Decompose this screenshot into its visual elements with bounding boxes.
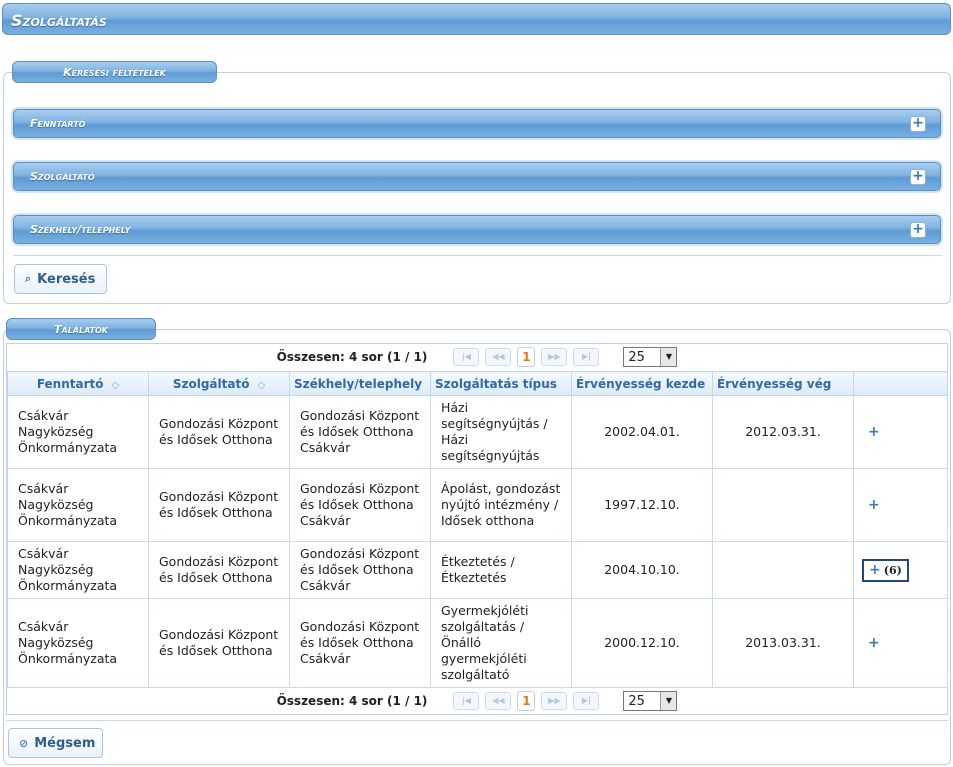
- cell-action: +: [853, 395, 948, 469]
- table-row[interactable]: Csákvár Nagyközség Önkormányzata Gondozá…: [7, 541, 948, 599]
- cell-kezdet: 2004.10.10.: [571, 541, 713, 599]
- results-table-wrap: Összesen: 4 sor (1 / 1) |◀ ◀◀ 1 ▶▶ ▶| 25…: [6, 343, 948, 715]
- cell-veg: 2012.03.31.: [712, 395, 854, 469]
- search-criteria-legend: Keresési feltételek: [12, 61, 217, 83]
- cell-szekhely: Gondozási Központ és Idősek Otthona Csák…: [289, 395, 431, 469]
- section-szolgaltato[interactable]: Szolgáltató +: [13, 162, 941, 191]
- last-page-button[interactable]: ▶|: [573, 692, 600, 710]
- column-header-szekhely[interactable]: Székhely/telephely: [289, 371, 431, 396]
- cell-kezdet: 2002.04.01.: [571, 395, 713, 469]
- page-size-select[interactable]: 25 ▼: [623, 347, 678, 367]
- cell-kezdet: 1997.12.10.: [571, 468, 713, 542]
- current-page[interactable]: 1: [517, 347, 536, 367]
- cell-szolgaltato: Gondozási Központ és Idősek Otthona: [148, 468, 290, 542]
- cell-szekhely: Gondozási Központ és Idősek Otthona Csák…: [289, 468, 431, 542]
- search-button[interactable]: ⌕ Keresés: [14, 264, 107, 294]
- pager-total: Összesen: 4 sor (1 / 1): [276, 694, 428, 708]
- pager-bottom: Összesen: 4 sor (1 / 1) |◀ ◀◀ 1 ▶▶ ▶| 25…: [7, 688, 947, 714]
- magnifier-icon: ⌕: [25, 272, 32, 285]
- sort-arrows-icon: ◇: [111, 379, 120, 391]
- table-header-row: Fenntartó ◇ Szolgáltató ◇ Székhely/telephe…: [7, 371, 948, 396]
- column-header-szolgaltato[interactable]: Szolgáltató ◇: [148, 371, 290, 396]
- cell-fenntarto: Csákvár Nagyközség Önkormányzata: [7, 395, 149, 469]
- cell-fenntarto: Csákvár Nagyközség Önkormányzata: [7, 468, 149, 542]
- cell-fenntarto: Csákvár Nagyközség Önkormányzata: [7, 598, 149, 688]
- pager-total: Összesen: 4 sor (1 / 1): [276, 350, 428, 364]
- next-page-button[interactable]: ▶▶: [541, 348, 568, 366]
- search-button-label: Keresés: [37, 271, 96, 287]
- table-row[interactable]: Csákvár Nagyközség Önkormányzata Gondozá…: [7, 468, 948, 542]
- section-szekhely[interactable]: Székhely/telephely +: [13, 215, 941, 244]
- column-header-tipus[interactable]: Szolgáltatás típus: [430, 371, 572, 396]
- cancel-icon: ⊘: [19, 736, 29, 750]
- cell-kezdet: 2000.12.10.: [571, 598, 713, 688]
- expand-plus-icon[interactable]: +: [910, 116, 926, 132]
- cell-action: + (6): [853, 541, 948, 599]
- section-fenntarto-label: Fenntartó: [30, 117, 86, 130]
- chevron-down-icon: ▼: [660, 348, 677, 366]
- page-size-select[interactable]: 25 ▼: [623, 691, 678, 711]
- column-header-kezdet[interactable]: Érvényesség kezde: [571, 371, 713, 396]
- cancel-button[interactable]: ⊘ Mégsem: [8, 728, 103, 758]
- plus-icon[interactable]: +: [868, 497, 880, 513]
- first-page-button[interactable]: |◀: [453, 692, 480, 710]
- expand-plus-icon[interactable]: +: [910, 169, 926, 185]
- column-header-actions: [853, 371, 948, 396]
- cell-action: +: [853, 598, 948, 688]
- divider: [6, 720, 948, 721]
- first-page-button[interactable]: |◀: [453, 348, 480, 366]
- cell-szekhely: Gondozási Központ és Idősek Otthona Csák…: [289, 541, 431, 599]
- results-table: Fenntartó ◇ Szolgáltató ◇ Székhely/telephe…: [7, 371, 948, 688]
- chevron-down-icon: ▼: [660, 692, 677, 710]
- cell-szolgaltato: Gondozási Központ és Idősek Otthona: [148, 395, 290, 469]
- table-row[interactable]: Csákvár Nagyközség Önkormányzata Gondozá…: [7, 598, 948, 688]
- next-page-button[interactable]: ▶▶: [541, 692, 568, 710]
- results-legend: Találatok: [6, 318, 156, 340]
- column-header-veg[interactable]: Érvényesség vég: [712, 371, 854, 396]
- sort-arrows-icon: ◇: [257, 379, 266, 391]
- section-fenntarto[interactable]: Fenntartó +: [13, 109, 941, 138]
- cancel-button-label: Mégsem: [34, 735, 96, 751]
- cell-szekhely: Gondozási Központ és Idősek Otthona Csák…: [289, 598, 431, 688]
- cell-tipus: Ápolást, gondozást nyújtó intézmény / Id…: [430, 468, 572, 542]
- cell-tipus: Házi segítségnyújtás / Házi segítségnyúj…: [430, 395, 572, 469]
- section-szolgaltato-label: Szolgáltató: [30, 170, 95, 183]
- cell-szolgaltato: Gondozási Központ és Idősek Otthona: [148, 541, 290, 599]
- plus-icon[interactable]: +: [868, 424, 880, 440]
- cell-action: +: [853, 468, 948, 542]
- cell-veg: [712, 468, 854, 542]
- page-title: Szolgáltatás: [2, 3, 951, 35]
- cell-tipus: Gyermekjóléti szolgáltatás / Önálló gyer…: [430, 598, 572, 688]
- column-header-fenntarto[interactable]: Fenntartó ◇: [7, 371, 149, 396]
- cell-szolgaltato: Gondozási Központ és Idősek Otthona: [148, 598, 290, 688]
- cell-veg: 2013.03.31.: [712, 598, 854, 688]
- section-szekhely-label: Székhely/telephely: [30, 223, 131, 236]
- prev-page-button[interactable]: ◀◀: [485, 348, 512, 366]
- cell-tipus: Étkeztetés / Étkeztetés: [430, 541, 572, 599]
- plus-icon[interactable]: +: [868, 635, 880, 651]
- current-page[interactable]: 1: [517, 691, 536, 711]
- table-row[interactable]: Csákvár Nagyközség Önkormányzata Gondozá…: [7, 395, 948, 469]
- divider: [13, 255, 942, 256]
- cell-veg: [712, 541, 854, 599]
- prev-page-button[interactable]: ◀◀: [485, 692, 512, 710]
- pager-top: Összesen: 4 sor (1 / 1) |◀ ◀◀ 1 ▶▶ ▶| 25…: [7, 344, 947, 370]
- page-size-value: 25: [628, 693, 645, 709]
- plus-icon: +: [869, 561, 881, 578]
- cell-fenntarto: Csákvár Nagyközség Önkormányzata: [7, 541, 149, 599]
- page-size-value: 25: [628, 349, 645, 365]
- last-page-button[interactable]: ▶|: [573, 348, 600, 366]
- expand-count-button[interactable]: + (6): [862, 558, 909, 582]
- expand-plus-icon[interactable]: +: [910, 222, 926, 238]
